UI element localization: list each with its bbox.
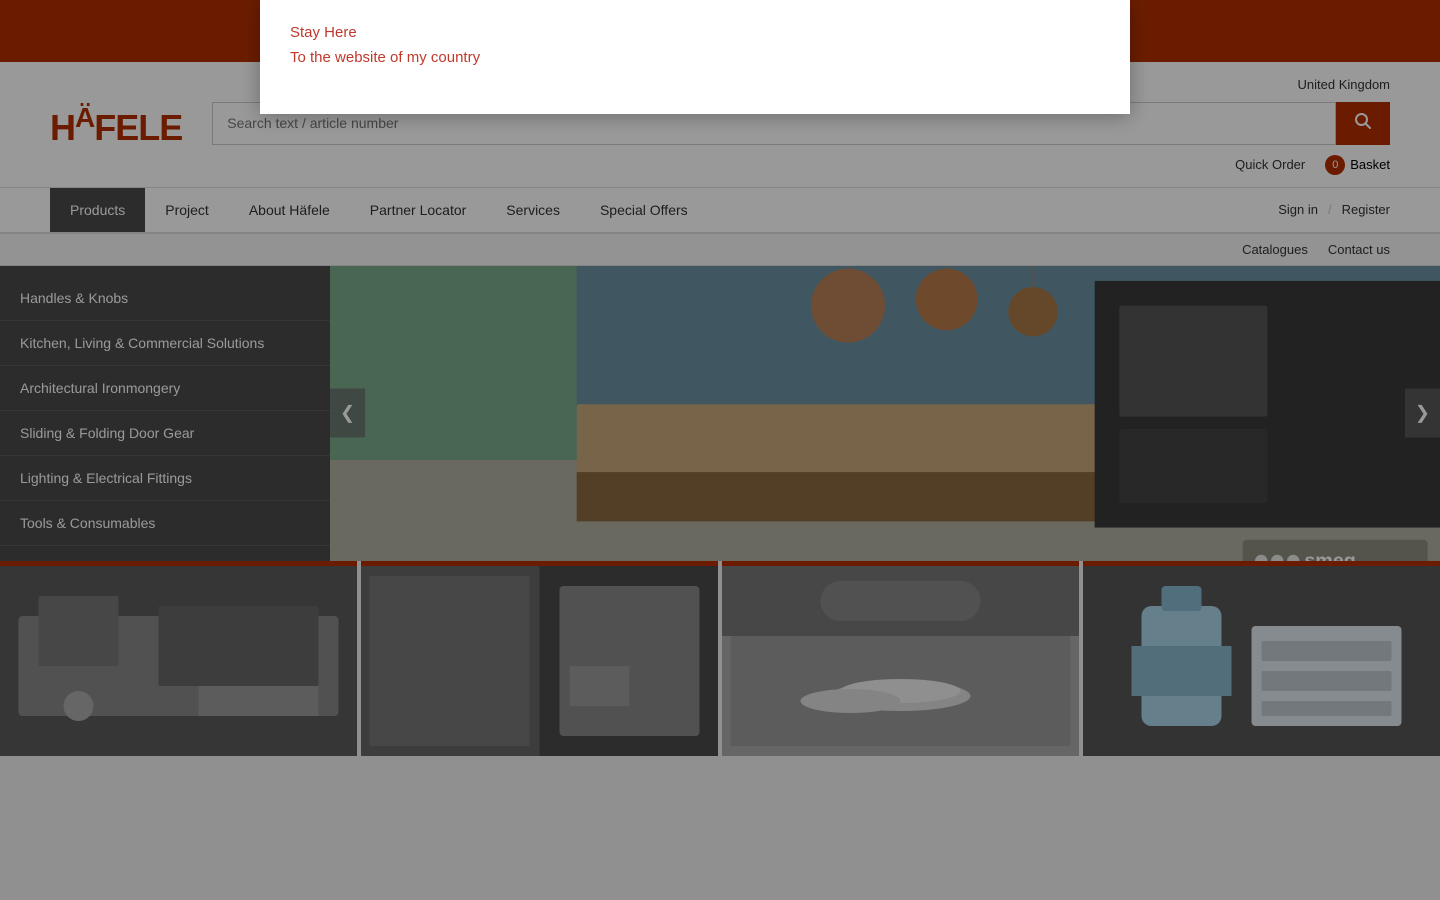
overlay-backdrop [0, 0, 1440, 900]
country-dialog: Stay Here To the website of my country [260, 0, 1130, 114]
stay-here-link[interactable]: Stay Here [290, 24, 1100, 41]
country-website-link[interactable]: To the website of my country [290, 49, 1100, 66]
